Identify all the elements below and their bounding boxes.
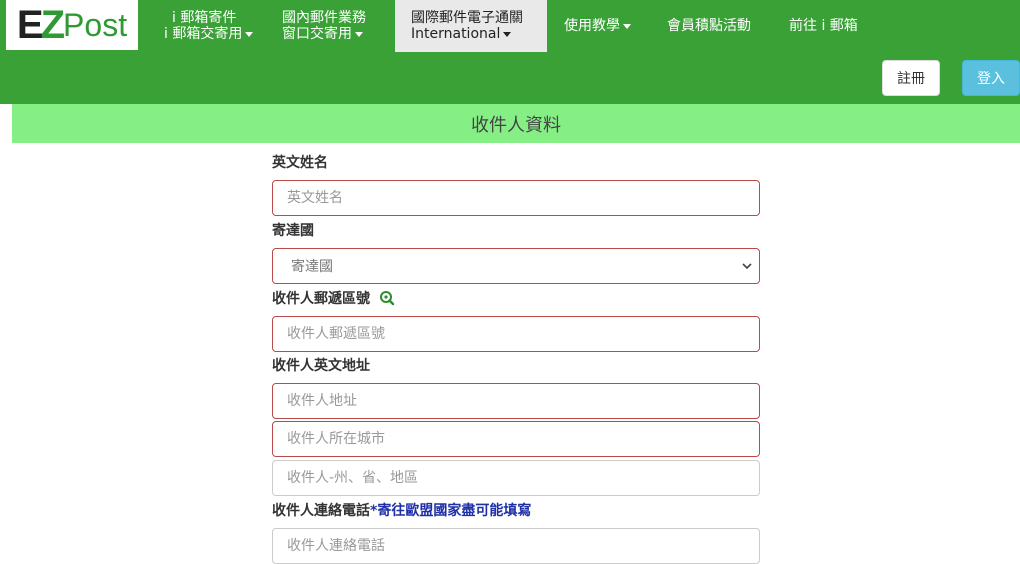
address-input[interactable] xyxy=(272,383,760,419)
postal-code-label-row: 收件人郵遞區號 xyxy=(272,288,395,308)
phone-label-row: 收件人連絡電話*寄往歐盟國家盡可能填寫 xyxy=(272,500,531,520)
english-name-input[interactable] xyxy=(272,180,760,216)
country-select[interactable]: 寄達國 xyxy=(272,248,760,284)
recipient-section-header: 收件人資料 xyxy=(12,104,1020,143)
country-label: 寄達國 xyxy=(272,223,314,239)
chevron-down-icon xyxy=(245,31,254,37)
city-input[interactable] xyxy=(272,421,760,457)
nav-member-points[interactable]: 會員積點活動 xyxy=(659,0,759,52)
nav-tutorial-dropdown[interactable]: 使用教學 xyxy=(556,0,639,52)
nav-member-points-label: 會員積點活動 xyxy=(667,18,751,34)
country-selected-value: 寄達國 xyxy=(291,259,333,275)
nav-domestic-line1: 國內郵件業務 xyxy=(282,10,366,26)
register-button[interactable]: 註冊 xyxy=(882,60,940,96)
logo-letter-e: E xyxy=(16,2,44,47)
search-icon[interactable] xyxy=(379,290,395,306)
english-name-label: 英文姓名 xyxy=(272,155,328,171)
nav-domestic-dropdown[interactable]: 國內郵件業務 窗口交寄用 xyxy=(274,0,374,52)
section-title: 收件人資料 xyxy=(471,114,561,136)
nav-international-line1: 國際郵件電子通關 xyxy=(411,10,523,26)
postal-code-input[interactable] xyxy=(272,316,760,352)
nav-go-ibox-label: 前往 i 郵箱 xyxy=(789,18,858,34)
phone-eu-hint: *寄往歐盟國家盡可能填寫 xyxy=(370,503,532,519)
nav-international-dropdown[interactable]: 國際郵件電子通關 International xyxy=(395,0,547,52)
phone-label: 收件人連絡電話 xyxy=(272,503,370,519)
top-navbar: EZ Post i 郵箱寄件 i 郵箱交寄用 國內郵件業務 窗口交寄用 國際郵件電… xyxy=(0,0,1020,104)
nav-go-ibox[interactable]: 前往 i 郵箱 xyxy=(781,0,866,52)
logo-letter-z: Z xyxy=(40,2,66,47)
nav-tutorial-label: 使用教學 xyxy=(564,18,620,34)
chevron-down-icon xyxy=(623,23,631,29)
chevron-down-icon xyxy=(742,263,752,270)
chevron-down-icon xyxy=(503,31,512,37)
nav-ibox-line2: i 郵箱交寄用 xyxy=(164,26,243,42)
postal-code-label: 收件人郵遞區號 xyxy=(272,291,370,307)
nav-domestic-line2: 窗口交寄用 xyxy=(282,26,352,42)
state-province-input[interactable] xyxy=(272,460,760,496)
chevron-down-icon xyxy=(355,31,363,37)
login-button[interactable]: 登入 xyxy=(962,60,1020,96)
phone-input[interactable] xyxy=(272,528,760,564)
nav-international-line2: International xyxy=(411,26,501,42)
logo-post-text: Post xyxy=(63,6,128,43)
nav-ibox-dropdown[interactable]: i 郵箱寄件 i 郵箱交寄用 xyxy=(156,0,261,52)
ezpost-logo[interactable]: EZ Post xyxy=(6,0,138,50)
nav-ibox-line1: i 郵箱寄件 xyxy=(172,10,237,26)
address-label: 收件人英文地址 xyxy=(272,358,370,374)
